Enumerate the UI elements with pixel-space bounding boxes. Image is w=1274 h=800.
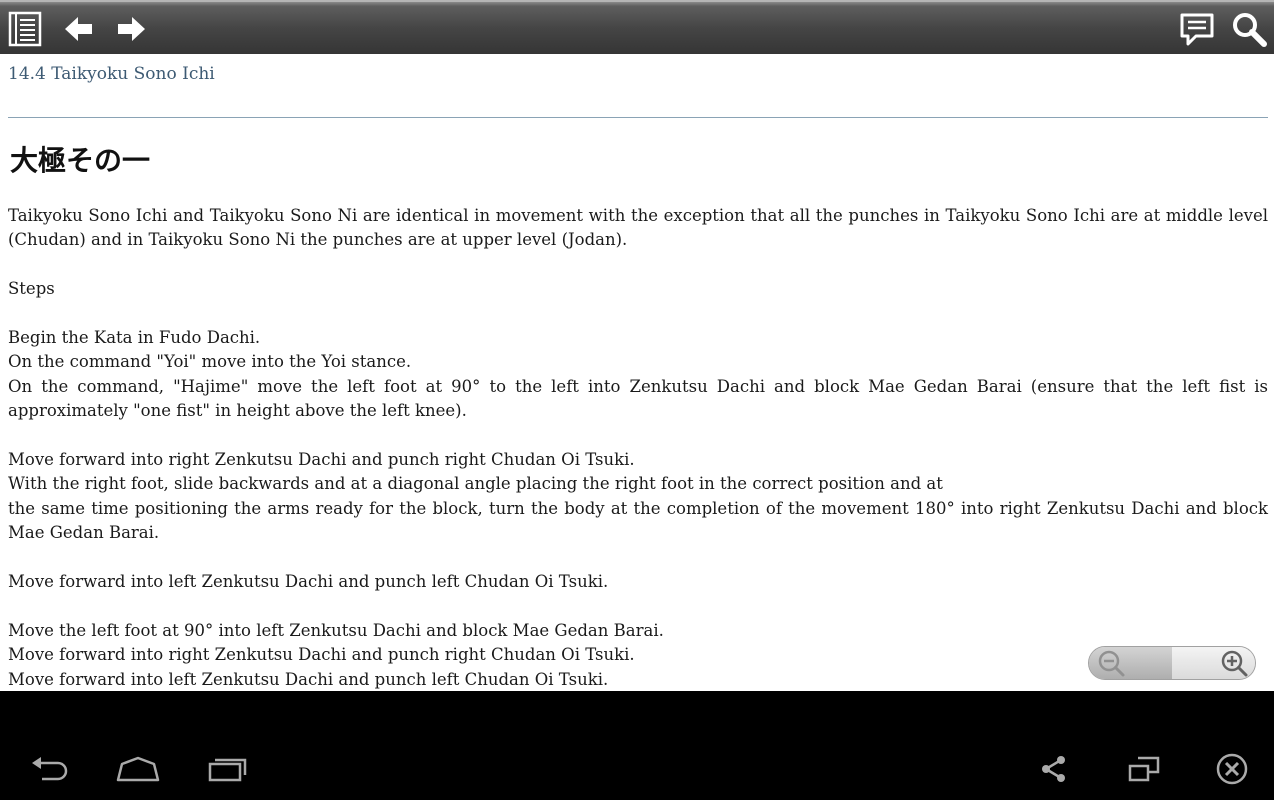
step-line: With the right foot, slide backwards and… [8, 474, 943, 494]
step-line: Move forward into left Zenkutsu Dachi an… [8, 572, 609, 592]
steps-label: Steps [8, 279, 55, 299]
toc-button[interactable] [4, 8, 46, 50]
step-line: Move forward into right Zenkutsu Dachi a… [8, 450, 635, 470]
nav-back-button[interactable] [20, 751, 80, 787]
top-toolbar [0, 0, 1274, 54]
intro-paragraph: Taikyoku Sono Ichi and Taikyoku Sono Ni … [8, 206, 1268, 250]
step-line: Move forward into left Zenkutsu Dachi an… [8, 669, 609, 689]
step-line: the same time positioning the arms ready… [8, 498, 1268, 543]
title-divider [8, 117, 1268, 118]
zoom-in-icon [1221, 650, 1247, 677]
kata-heading-text: 大極その一 [10, 144, 150, 177]
kata-heading-brush: 大極その一 [10, 140, 170, 184]
step-line: Begin the Kata in Fudo Dachi. [8, 328, 261, 347]
nav-recent-button[interactable] [198, 751, 258, 787]
back-arrow-icon [65, 17, 92, 41]
back-page-button[interactable] [58, 8, 100, 50]
back-icon [32, 757, 68, 781]
recent-apps-icon [208, 758, 247, 782]
system-nav-bar [0, 691, 1274, 800]
nav-close-button[interactable] [1202, 751, 1262, 787]
forward-page-button[interactable] [110, 8, 152, 50]
body-text: Taikyoku Sono Ichi and Taikyoku Sono Ni … [8, 204, 1268, 691]
zoom-out-icon [1098, 650, 1124, 677]
close-icon [1216, 753, 1248, 785]
zoom-in-button[interactable] [1172, 647, 1255, 679]
home-icon [116, 756, 160, 782]
zoom-control [1088, 646, 1256, 680]
nav-share-button[interactable] [1024, 751, 1084, 787]
share-icon [1042, 756, 1065, 782]
step-line: On the command "Yoi" move into the Yoi s… [8, 352, 412, 372]
reader-content[interactable]: 14.4 Taikyoku Sono Ichi 大極その一 Taikyoku S… [0, 54, 1274, 691]
step-line: Move forward into right Zenkutsu Dachi a… [8, 645, 635, 665]
toc-icon [8, 11, 42, 47]
search-icon [1233, 13, 1267, 47]
forward-arrow-icon [118, 17, 145, 41]
nav-home-button[interactable] [108, 751, 168, 787]
resize-icon [1128, 756, 1160, 782]
step-line: Move the left foot at 90° into left Zenk… [8, 620, 664, 640]
nav-resize-button[interactable] [1114, 751, 1174, 787]
comment-icon [1180, 13, 1214, 46]
zoom-out-button[interactable] [1089, 647, 1172, 679]
step-line: On the command, "Hajime" move the left f… [8, 376, 1268, 421]
comment-button[interactable] [1176, 8, 1218, 50]
chapter-title[interactable]: 14.4 Taikyoku Sono Ichi [8, 64, 215, 84]
search-button[interactable] [1228, 8, 1270, 50]
